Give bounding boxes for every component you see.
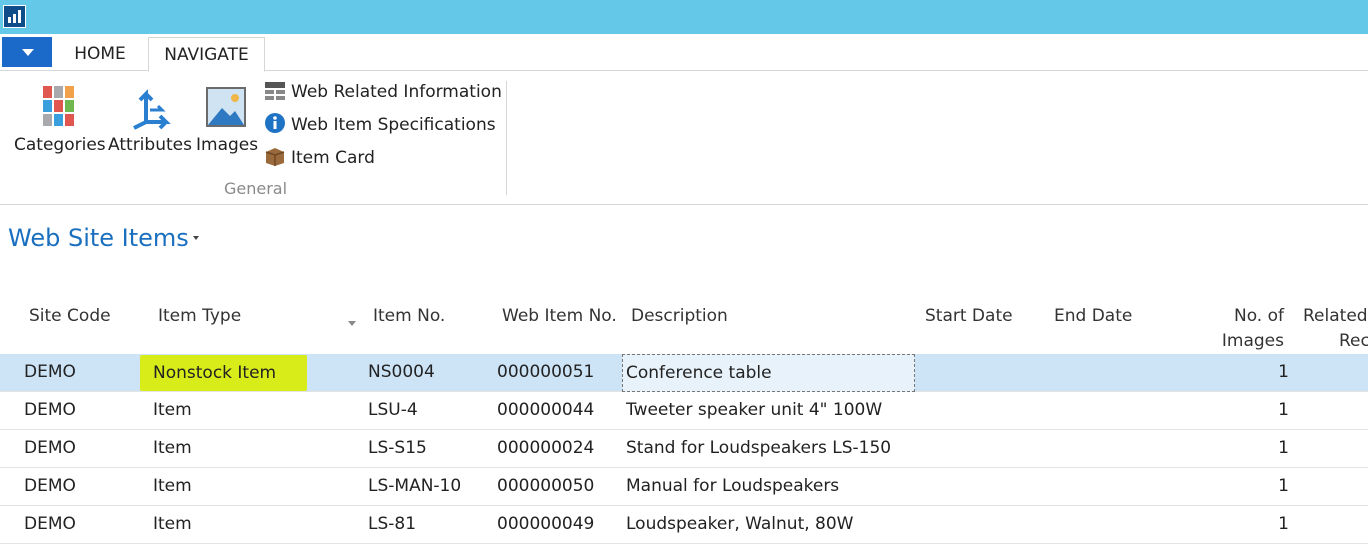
tab-home[interactable]: HOME [56, 37, 144, 72]
table-icon [264, 79, 286, 101]
table-row[interactable]: DEMO Item LS-MAN-10 000000050 Manual for… [0, 468, 1368, 506]
images-label: Images [196, 135, 259, 155]
ribbon-tab-bar: HOME NAVIGATE [0, 34, 1368, 72]
table-row[interactable]: DEMO Item LS-81 000000049 Loudspeaker, W… [0, 506, 1368, 544]
item-type-cell[interactable]: Item [153, 430, 192, 468]
tab-navigate[interactable]: NAVIGATE [148, 37, 265, 72]
title-bar [0, 0, 1368, 34]
column-header-related-line1: Related [1303, 306, 1368, 326]
no-of-images-cell[interactable]: 1 [1189, 392, 1289, 430]
item-type-cell[interactable]: Item [153, 506, 192, 544]
column-header-start-date[interactable]: Start Date [925, 304, 1013, 329]
title-dropdown-icon[interactable] [193, 236, 199, 240]
column-header-end-date[interactable]: End Date [1054, 304, 1132, 329]
no-of-images-cell[interactable]: 1 [1189, 506, 1289, 544]
ribbon-group-separator [506, 81, 507, 195]
info-icon [264, 112, 286, 134]
item-no-cell[interactable]: LS-81 [368, 506, 416, 544]
chevron-down-icon [22, 49, 34, 56]
column-header-description[interactable]: Description [631, 304, 728, 329]
item-no-cell[interactable]: LSU-4 [368, 392, 418, 430]
item-no-cell[interactable]: LS-MAN-10 [368, 468, 461, 506]
item-type-cell[interactable]: Item [153, 392, 192, 430]
sort-descending-icon [348, 321, 356, 326]
column-header-related[interactable]: Related Rec [1268, 304, 1368, 354]
site-code-cell[interactable]: DEMO [24, 392, 76, 430]
description-cell[interactable]: Stand for Loudspeakers LS-150 [626, 430, 891, 468]
application-menu-button[interactable] [2, 37, 52, 67]
column-header-item-type[interactable]: Item Type [158, 304, 241, 329]
ribbon-panel: Categories Attributes Images Web Related… [0, 71, 1368, 205]
item-card-button[interactable]: Item Card [264, 147, 375, 173]
web-item-specifications-label: Web Item Specifications [291, 115, 496, 135]
table-row[interactable]: DEMO Item LSU-4 000000044 Tweeter speake… [0, 392, 1368, 430]
column-header-site-code[interactable]: Site Code [29, 304, 111, 329]
item-no-cell[interactable]: LS-S15 [368, 430, 427, 468]
web-related-information-label: Web Related Information [291, 82, 502, 102]
attributes-button[interactable]: Attributes [108, 79, 192, 159]
item-type-cell[interactable]: Item [153, 468, 192, 506]
table-row[interactable]: DEMO Nonstock Item NS0004 000000051 Conf… [0, 354, 1368, 392]
attributes-icon [128, 82, 172, 130]
web-item-no-cell[interactable]: 000000044 [497, 392, 594, 430]
box-icon [264, 145, 286, 167]
ribbon-group-label: General [224, 179, 288, 198]
image-icon [204, 82, 248, 130]
column-header-related-line2: Rec [1339, 331, 1368, 351]
item-card-label: Item Card [291, 148, 375, 168]
site-code-cell[interactable]: DEMO [24, 354, 76, 392]
web-item-no-cell[interactable]: 000000024 [497, 430, 594, 468]
item-type-cell[interactable]: Nonstock Item [140, 355, 307, 391]
web-item-specifications-button[interactable]: Web Item Specifications [264, 112, 496, 140]
item-no-cell[interactable]: NS0004 [368, 354, 435, 392]
attributes-label: Attributes [108, 135, 192, 155]
web-item-no-cell[interactable]: 000000049 [497, 506, 594, 544]
site-code-cell[interactable]: DEMO [24, 468, 76, 506]
site-code-cell[interactable]: DEMO [24, 430, 76, 468]
site-code-cell[interactable]: DEMO [24, 506, 76, 544]
page-title[interactable]: Web Site Items [8, 224, 189, 252]
categories-label: Categories [14, 135, 106, 155]
items-table: DEMO Nonstock Item NS0004 000000051 Conf… [0, 354, 1368, 544]
no-of-images-cell[interactable]: 1 [1189, 430, 1289, 468]
categories-button[interactable]: Categories [14, 79, 106, 159]
description-cell[interactable]: Conference table [622, 354, 915, 392]
description-cell[interactable]: Manual for Loudspeakers [626, 468, 839, 506]
categories-icon [37, 82, 81, 130]
no-of-images-cell[interactable]: 1 [1189, 468, 1289, 506]
table-row[interactable]: DEMO Item LS-S15 000000024 Stand for Lou… [0, 430, 1368, 468]
web-related-information-button[interactable]: Web Related Information [264, 81, 502, 107]
no-of-images-cell[interactable]: 1 [1189, 354, 1289, 392]
description-cell[interactable]: Loudspeaker, Walnut, 80W [626, 506, 853, 544]
images-button[interactable]: Images [196, 79, 259, 159]
column-header-item-no[interactable]: Item No. [373, 304, 445, 329]
column-header-web-item-no[interactable]: Web Item No. [502, 304, 617, 329]
web-item-no-cell[interactable]: 000000051 [497, 354, 594, 392]
web-item-no-cell[interactable]: 000000050 [497, 468, 594, 506]
description-cell[interactable]: Tweeter speaker unit 4" 100W [626, 392, 882, 430]
app-logo-icon[interactable] [3, 5, 26, 28]
